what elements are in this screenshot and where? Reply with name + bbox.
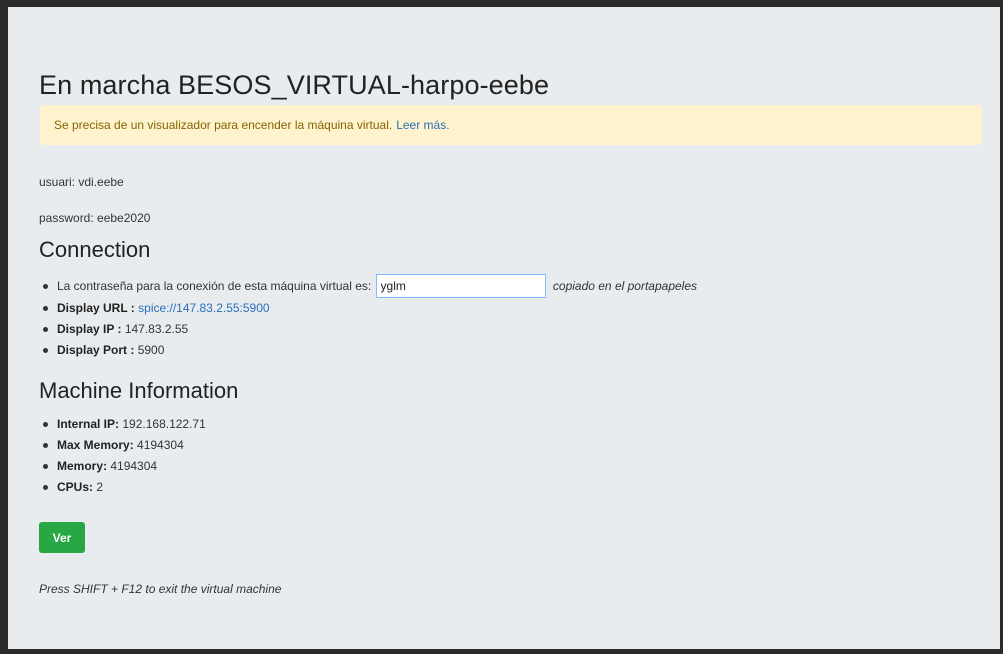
bullet-icon xyxy=(43,348,48,353)
list-item: Display URL : spice://147.83.2.55:5900 xyxy=(39,298,697,319)
read-more-link[interactable]: Leer más. xyxy=(396,118,449,132)
machine-information-list: Internal IP: 192.168.122.71 Max Memory: … xyxy=(39,414,206,498)
bullet-icon xyxy=(43,422,48,427)
machine-info-value: 2 xyxy=(96,480,104,494)
machine-info-label: Memory: xyxy=(57,459,108,473)
display-ip-label: Display IP : xyxy=(57,322,122,336)
page-title: En marcha BESOS_VIRTUAL-harpo-eebe xyxy=(39,70,550,100)
user-credential: usuari: vdi.eebe xyxy=(39,175,124,189)
bullet-icon xyxy=(43,306,48,311)
list-item: Max Memory: 4194304 xyxy=(39,435,206,456)
alert-message: Se precisa de un visualizador para encen… xyxy=(54,118,393,132)
bullet-icon xyxy=(43,485,48,490)
bullet-icon xyxy=(43,443,48,448)
connection-password-field[interactable] xyxy=(375,273,546,298)
machine-information-heading: Machine Information xyxy=(39,378,239,403)
list-item: CPUs: 2 xyxy=(39,477,206,498)
machine-info-label: CPUs: xyxy=(57,480,94,494)
list-item: Internal IP: 192.168.122.71 xyxy=(39,414,206,435)
bullet-icon xyxy=(43,464,48,469)
list-item: Memory: 4194304 xyxy=(39,456,206,477)
list-item: Display IP : 147.83.2.55 xyxy=(39,319,697,340)
connection-list: La contraseña para la conexión de esta m… xyxy=(39,273,698,361)
connection-password-label: La contraseña para la conexión de esta m… xyxy=(57,279,372,293)
content-panel: En marcha BESOS_VIRTUAL-harpo-eebe Se pr… xyxy=(8,7,1000,649)
machine-info-label: Max Memory: xyxy=(57,438,134,452)
display-port-label: Display Port : xyxy=(57,343,135,357)
machine-info-value: 4194304 xyxy=(137,438,184,452)
window-frame: En marcha BESOS_VIRTUAL-harpo-eebe Se pr… xyxy=(0,0,1003,654)
display-ip-value: 147.83.2.55 xyxy=(124,322,189,336)
password-credential: password: eebe2020 xyxy=(39,211,151,225)
display-url-label: Display URL : xyxy=(57,301,135,315)
view-button[interactable]: Ver xyxy=(39,522,85,553)
bullet-icon xyxy=(43,327,48,332)
machine-info-value: 192.168.122.71 xyxy=(122,417,206,431)
bullet-icon xyxy=(43,284,48,289)
machine-info-label: Internal IP: xyxy=(57,417,120,431)
copied-note: copiado en el portapapeles xyxy=(552,279,698,293)
display-url-link[interactable]: spice://147.83.2.55:5900 xyxy=(138,301,269,315)
connection-heading: Connection xyxy=(39,237,151,262)
list-item: Display Port : 5900 xyxy=(39,340,697,361)
exit-hint: Press SHIFT + F12 to exit the virtual ma… xyxy=(39,582,282,596)
viewer-required-alert: Se precisa de un visualizador para encen… xyxy=(40,105,982,145)
list-item: La contraseña para la conexión de esta m… xyxy=(39,273,698,298)
display-port-value: 5900 xyxy=(137,343,165,357)
machine-info-value: 4194304 xyxy=(110,459,158,473)
